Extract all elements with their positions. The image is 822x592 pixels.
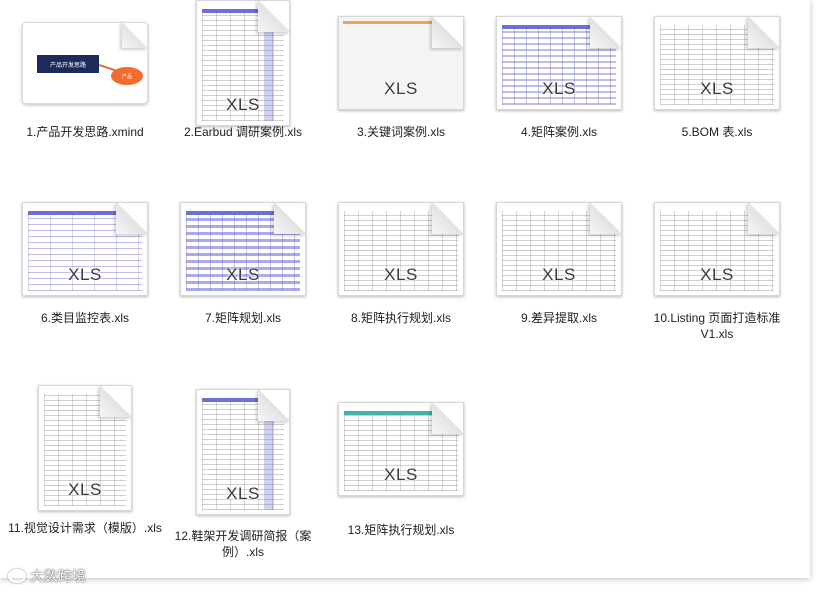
spreadsheet-file-icon: XLS bbox=[196, 0, 290, 126]
page-fold bbox=[258, 1, 289, 32]
file-thumbnail: XLS bbox=[22, 198, 148, 300]
file-thumbnail: XLS bbox=[180, 198, 306, 300]
file-thumbnail: XLS bbox=[180, 384, 306, 520]
file-extension-label: XLS bbox=[384, 465, 418, 484]
file-thumbnail: XLS bbox=[654, 198, 780, 300]
file-extension-label: XLS bbox=[384, 265, 418, 284]
file-extension-label: XLS bbox=[226, 95, 260, 114]
page-fold bbox=[748, 17, 779, 48]
file-extension-label: XLS bbox=[68, 265, 102, 284]
file-extension-label: XLS bbox=[68, 480, 102, 499]
file-thumbnail: XLS bbox=[338, 12, 464, 114]
mindmap-file-icon: 产品开发思路 产品 bbox=[22, 22, 148, 104]
mind-central-node: 产品开发思路 bbox=[37, 55, 99, 73]
file-extension-label: XLS bbox=[226, 265, 260, 284]
file-item[interactable]: XLS 4.矩阵案例.xls bbox=[480, 12, 638, 192]
file-name[interactable]: 11.视觉设计需求（模版）.xls bbox=[6, 520, 164, 536]
file-extension-label: XLS bbox=[542, 265, 576, 284]
page-fold bbox=[432, 203, 463, 234]
page-fold bbox=[432, 403, 463, 434]
file-item[interactable]: XLS 5.BOM 表.xls bbox=[638, 12, 796, 192]
file-extension-label: XLS bbox=[384, 79, 418, 98]
mind-branch-node: 产品 bbox=[111, 67, 143, 85]
file-item[interactable]: XLS 12.鞋架开发调研简报（案例）.xls bbox=[164, 384, 322, 564]
file-thumbnail: XLS bbox=[22, 384, 148, 512]
file-extension-label: XLS bbox=[226, 484, 260, 503]
page-fold bbox=[432, 17, 463, 48]
page-fold bbox=[100, 386, 131, 417]
file-name[interactable]: 6.类目监控表.xls bbox=[6, 310, 164, 326]
spreadsheet-file-icon: XLS bbox=[654, 16, 780, 110]
file-thumbnail: 产品开发思路 产品 bbox=[22, 12, 148, 114]
file-name[interactable]: 13.矩阵执行规划.xls bbox=[322, 522, 480, 538]
file-extension-label: XLS bbox=[700, 265, 734, 284]
file-name[interactable]: 8.矩阵执行规划.xls bbox=[322, 310, 480, 326]
file-name[interactable]: 2.Earbud 调研案例.xls bbox=[164, 124, 322, 140]
spreadsheet-file-icon: XLS bbox=[338, 202, 464, 296]
file-item[interactable]: XLS 6.类目监控表.xls bbox=[6, 198, 164, 378]
file-name[interactable]: 9.差异提取.xls bbox=[480, 310, 638, 326]
file-item[interactable]: XLS 7.矩阵规划.xls bbox=[164, 198, 322, 378]
file-thumbnail: XLS bbox=[654, 12, 780, 114]
file-extension-label: XLS bbox=[542, 79, 576, 98]
spreadsheet-file-icon: XLS bbox=[180, 202, 306, 296]
spreadsheet-file-icon: XLS bbox=[654, 202, 780, 296]
file-item[interactable]: 产品开发思路 产品 1.产品开发思路.xmind bbox=[6, 12, 164, 192]
file-name[interactable]: 10.Listing 页面打造标准 V1.xls bbox=[638, 310, 796, 342]
file-thumbnail: XLS bbox=[338, 384, 464, 514]
file-name[interactable]: 5.BOM 表.xls bbox=[638, 124, 796, 140]
file-extension-label: XLS bbox=[700, 79, 734, 98]
spreadsheet-file-icon: XLS bbox=[38, 385, 132, 511]
file-thumbnail: XLS bbox=[180, 0, 306, 126]
file-name[interactable]: 3.关键词案例.xls bbox=[322, 124, 480, 140]
spreadsheet-file-icon: XLS bbox=[338, 16, 464, 110]
page-fold bbox=[122, 23, 147, 48]
page-fold bbox=[590, 203, 621, 234]
watermark-logo-icon bbox=[8, 569, 26, 583]
file-name[interactable]: 12.鞋架开发调研简报（案例）.xls bbox=[164, 528, 322, 560]
file-name[interactable]: 1.产品开发思路.xmind bbox=[6, 124, 164, 140]
file-item[interactable]: XLS 10.Listing 页面打造标准 V1.xls bbox=[638, 198, 796, 378]
page-fold bbox=[590, 17, 621, 48]
file-item[interactable]: XLS 3.关键词案例.xls bbox=[322, 12, 480, 192]
spreadsheet-file-icon: XLS bbox=[22, 202, 148, 296]
file-item[interactable]: XLS 13.矩阵执行规划.xls bbox=[322, 384, 480, 564]
spreadsheet-file-icon: XLS bbox=[496, 16, 622, 110]
file-thumbnail: XLS bbox=[496, 198, 622, 300]
spreadsheet-file-icon: XLS bbox=[496, 202, 622, 296]
file-name[interactable]: 4.矩阵案例.xls bbox=[480, 124, 638, 140]
spreadsheet-file-icon: XLS bbox=[338, 402, 464, 496]
page-fold bbox=[116, 203, 147, 234]
spreadsheet-file-icon: XLS bbox=[196, 389, 290, 515]
file-thumbnail: XLS bbox=[338, 198, 464, 300]
file-grid: 产品开发思路 产品 1.产品开发思路.xmind XLS 2.Earbud 调研… bbox=[0, 0, 810, 578]
page-fold bbox=[274, 203, 305, 234]
file-item[interactable]: XLS 2.Earbud 调研案例.xls bbox=[164, 0, 322, 192]
finder-window: 产品开发思路 产品 1.产品开发思路.xmind XLS 2.Earbud 调研… bbox=[0, 0, 810, 578]
page-fold bbox=[748, 203, 779, 234]
file-item[interactable]: XLS 11.视觉设计需求（模版）.xls bbox=[6, 384, 164, 564]
file-thumbnail: XLS bbox=[496, 12, 622, 114]
file-item[interactable]: XLS 8.矩阵执行规划.xls bbox=[322, 198, 480, 378]
watermark: 大数跨境 bbox=[8, 566, 86, 586]
watermark-text: 大数跨境 bbox=[30, 568, 86, 584]
file-item[interactable]: XLS 9.差异提取.xls bbox=[480, 198, 638, 378]
page-fold bbox=[258, 390, 289, 421]
file-name[interactable]: 7.矩阵规划.xls bbox=[164, 310, 322, 326]
